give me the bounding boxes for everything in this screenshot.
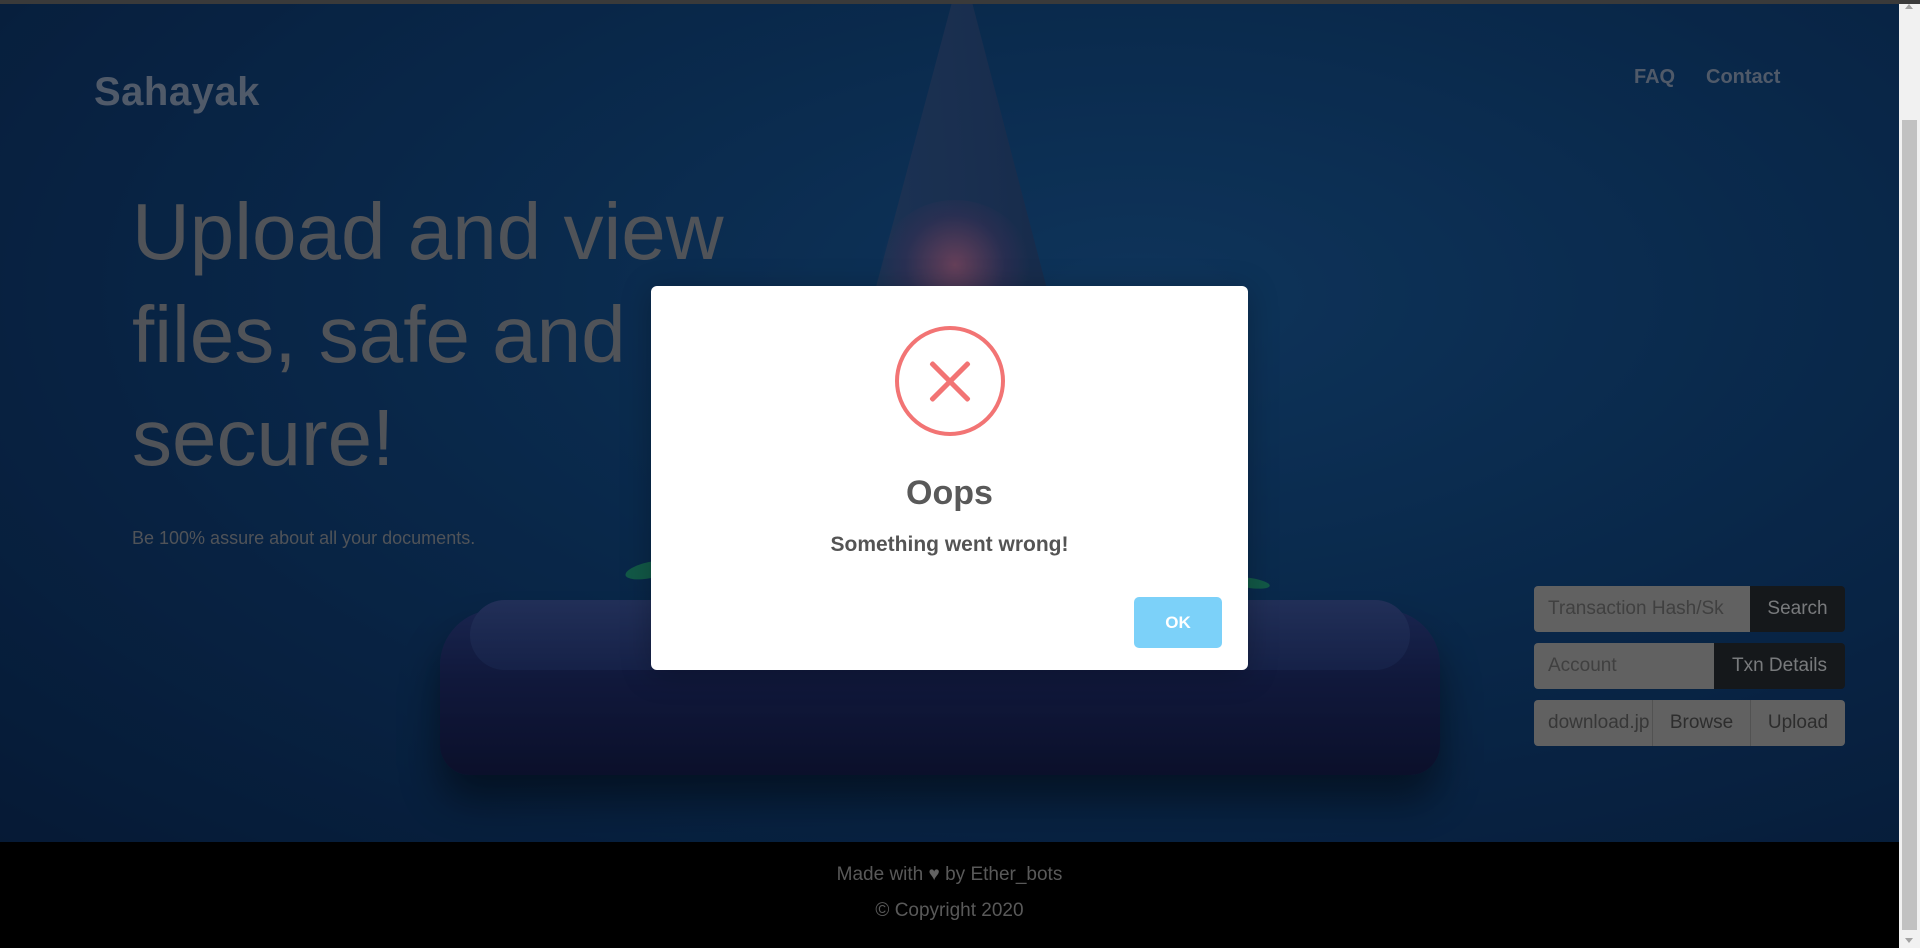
ok-button[interactable]: OK — [1134, 597, 1222, 648]
dialog-title: Oops — [906, 474, 993, 512]
browser-top-line — [0, 0, 1920, 4]
scroll-up-arrow-icon[interactable] — [1905, 4, 1913, 9]
scrollbar-thumb[interactable] — [1902, 120, 1917, 930]
dialog-message: Something went wrong! — [830, 533, 1069, 556]
error-dialog: Oops Something went wrong! OK — [651, 286, 1248, 670]
error-x-icon — [895, 326, 1005, 436]
scroll-down-arrow-icon[interactable] — [1905, 938, 1913, 943]
